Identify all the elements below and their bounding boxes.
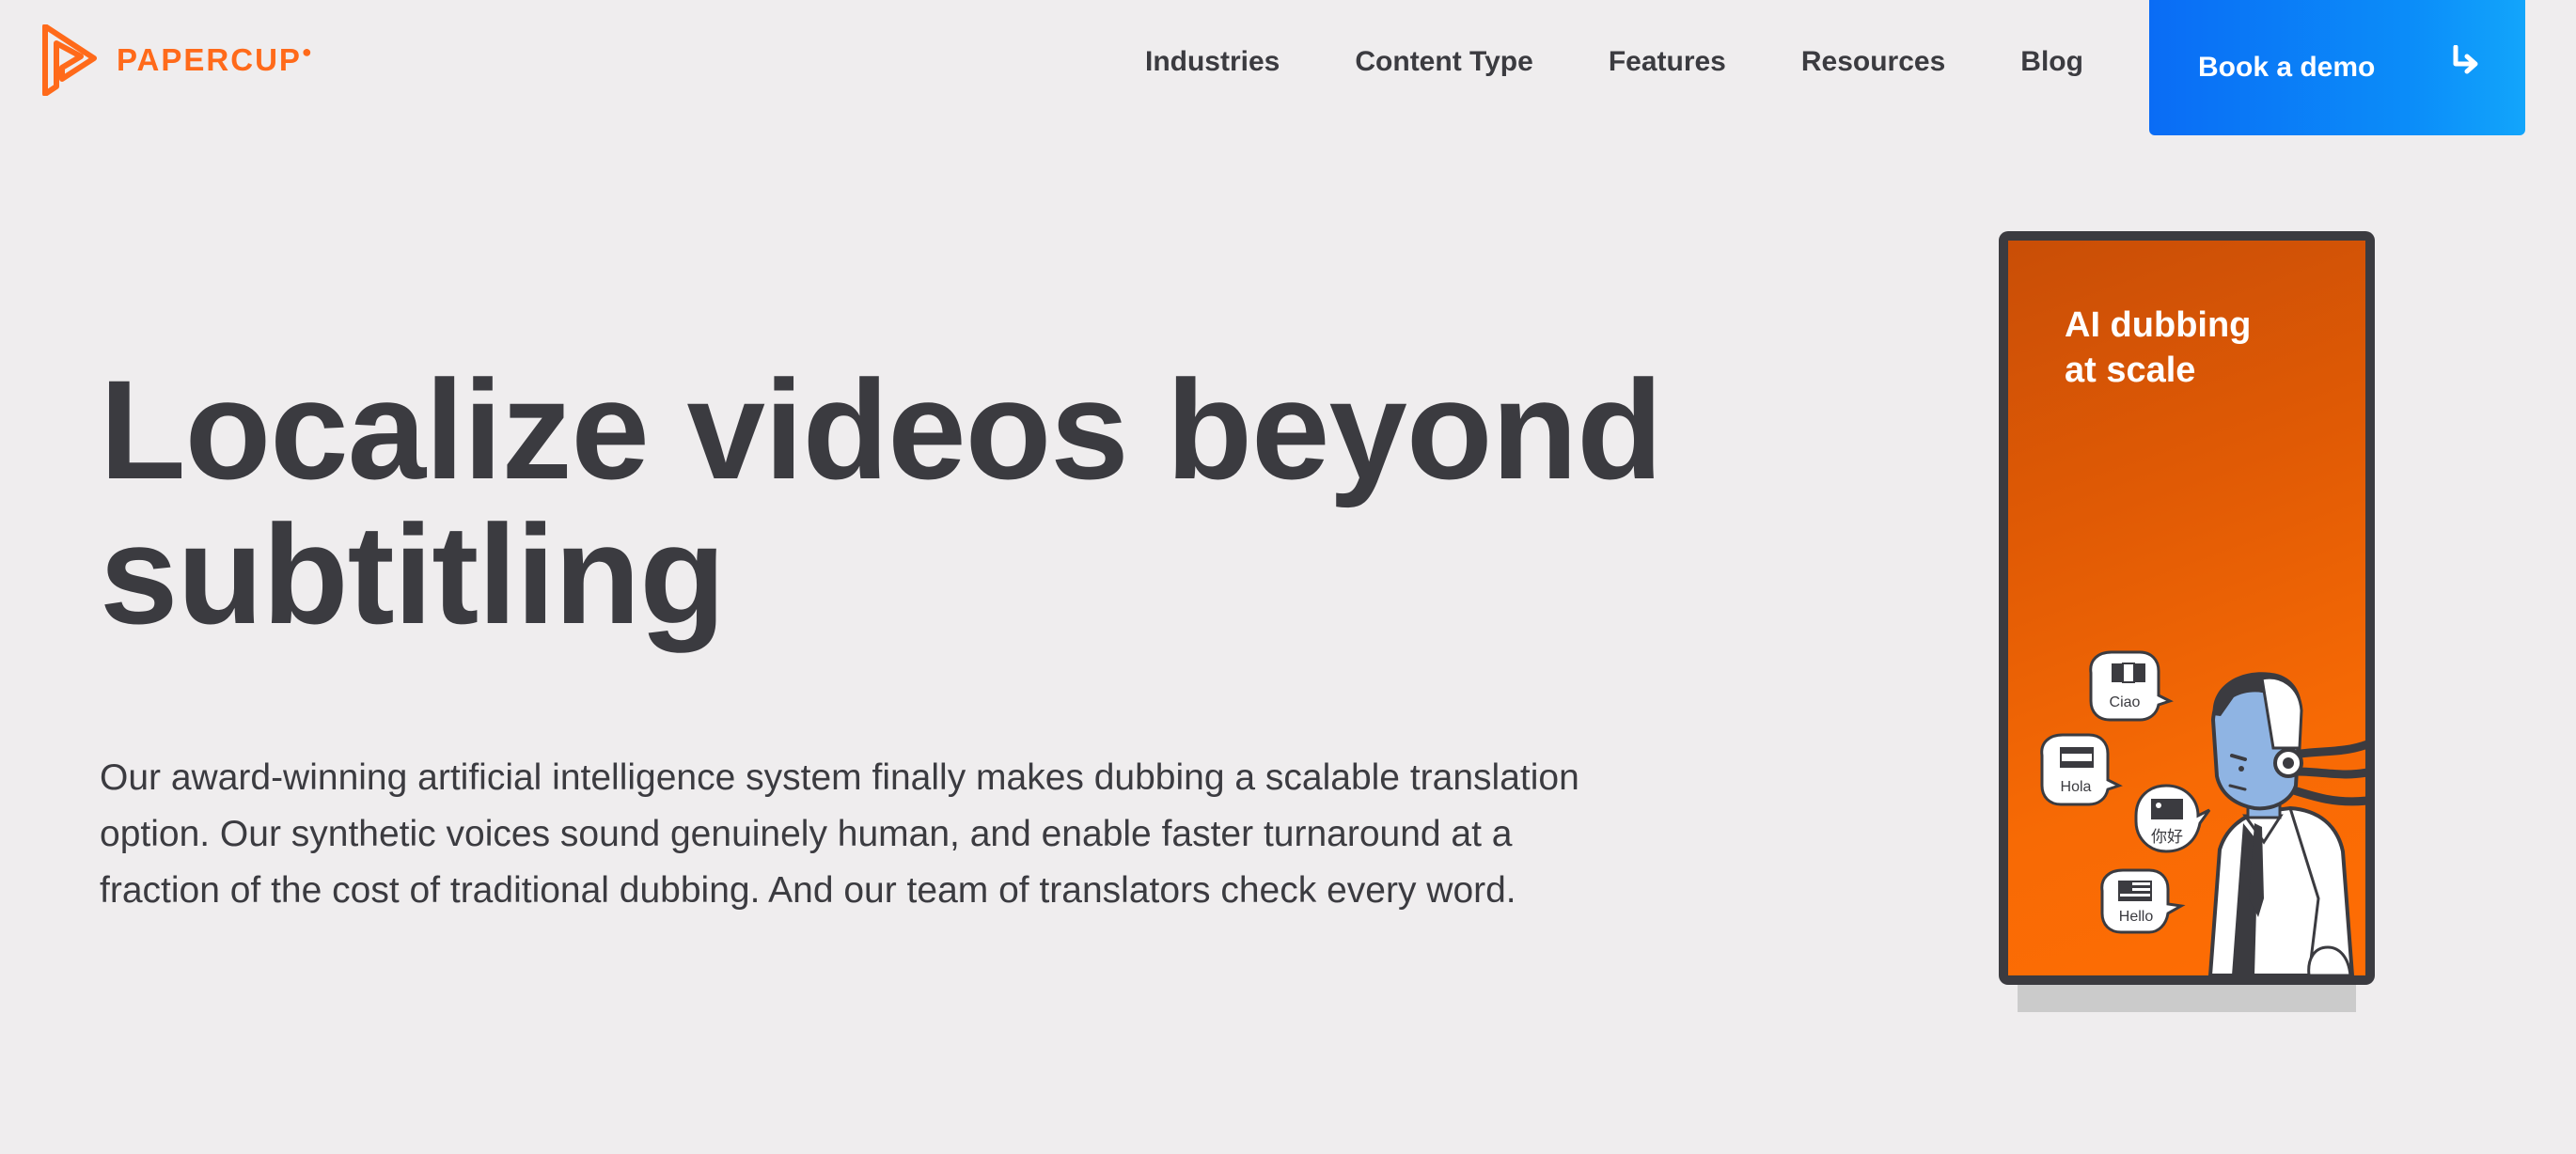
robot-head	[2210, 672, 2303, 811]
bubble-nihao: 你好	[2134, 784, 2211, 853]
nav-features[interactable]: Features	[1609, 46, 1726, 78]
bubble-hello-label: Hello	[2119, 909, 2154, 925]
bubble-hello: Hello	[2100, 868, 2186, 934]
book-demo-label: Book a demo	[2198, 52, 2376, 83]
hero-title-line-1: Localize videos beyond	[100, 351, 1663, 508]
nav-content-type[interactable]: Content Type	[1355, 46, 1532, 78]
bubble-hola: Hola	[2040, 733, 2123, 806]
nav-resources[interactable]: Resources	[1801, 46, 1945, 78]
bubble-hola-label: Hola	[2061, 779, 2092, 795]
hero-title: Localize videos beyond subtitling	[100, 357, 1698, 647]
phone-screen: AI dubbing at scale Ciao Hola 你好 Hello	[2008, 241, 2365, 975]
book-demo-button[interactable]: Book a demo	[2149, 0, 2525, 135]
robot-presenter-illustration: Ciao Hola 你好 Hello	[2040, 650, 2365, 975]
registered-mark: ●	[301, 42, 314, 61]
hero-title-line-2: subtitling	[100, 495, 726, 653]
bubble-nihao-label: 你好	[2151, 828, 2183, 847]
phone-mockup: AI dubbing at scale Ciao Hola 你好 Hello	[1999, 231, 2375, 985]
bubble-ciao-label: Ciao	[2110, 694, 2141, 710]
bubble-ciao: Ciao	[2089, 650, 2174, 722]
hero-description: Our award-winning artificial intelligenc…	[100, 757, 1579, 911]
spain-flag-icon	[2060, 747, 2094, 768]
nav-blog[interactable]: Blog	[2020, 46, 2083, 78]
arrow-turn-down-right-icon	[2453, 45, 2478, 74]
site-header: PAPERCUP● Industries Content Type Featur…	[0, 0, 2576, 136]
china-flag-icon	[2151, 799, 2183, 819]
italy-flag-icon	[2112, 663, 2145, 683]
nav-industries[interactable]: Industries	[1145, 46, 1280, 78]
main-nav: Industries Content Type Features Resourc…	[1145, 41, 2083, 83]
papercup-logo-icon	[42, 24, 97, 96]
brand-logo[interactable]: PAPERCUP●	[41, 24, 314, 96]
us-flag-icon	[2118, 881, 2152, 901]
brand-name: PAPERCUP●	[117, 42, 314, 77]
